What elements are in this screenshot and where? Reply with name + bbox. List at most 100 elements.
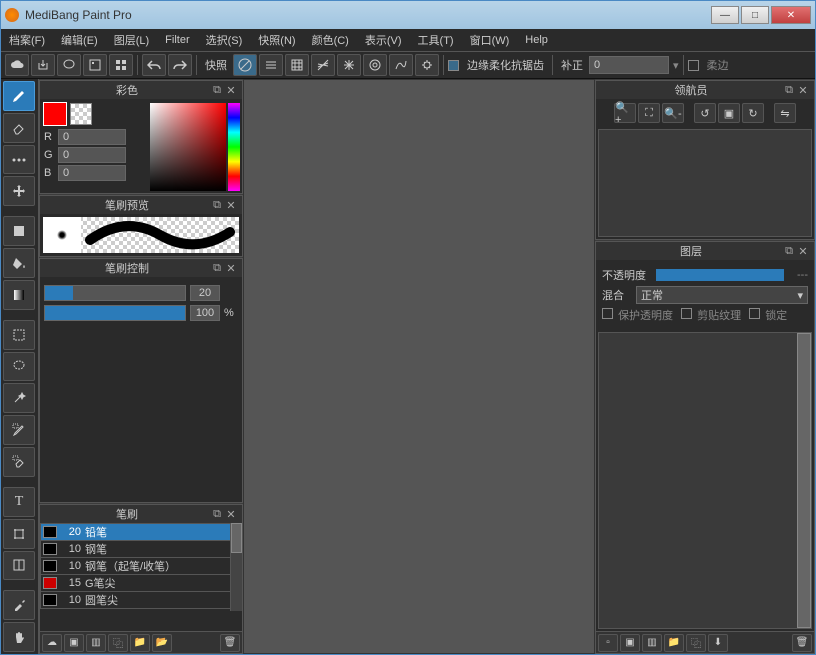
color-picker-area[interactable] bbox=[150, 103, 226, 191]
scrollbar[interactable] bbox=[230, 523, 242, 611]
clipping-checkbox[interactable] bbox=[681, 308, 692, 319]
menu-help[interactable]: Help bbox=[525, 34, 548, 46]
hue-slider[interactable] bbox=[228, 103, 240, 191]
menu-filter[interactable]: Filter bbox=[165, 34, 189, 46]
close-panel-icon[interactable]: ✕ bbox=[224, 507, 238, 521]
brush-item[interactable]: 15G笔尖 bbox=[40, 574, 242, 592]
zoom-fit-icon[interactable]: ⛶ bbox=[638, 103, 660, 123]
correct-input[interactable] bbox=[589, 56, 669, 74]
minimize-button[interactable]: — bbox=[711, 6, 739, 24]
popout-icon[interactable]: ⧉ bbox=[210, 83, 224, 97]
soft-checkbox[interactable] bbox=[688, 60, 699, 71]
menu-layer[interactable]: 图层(L) bbox=[114, 32, 149, 48]
dot-tool-icon[interactable] bbox=[3, 145, 35, 175]
new-layer2-icon[interactable]: ▣ bbox=[620, 634, 640, 652]
comment-icon[interactable] bbox=[57, 54, 81, 76]
snap-parallel-icon[interactable] bbox=[259, 54, 283, 76]
new-folder-icon[interactable]: 📁 bbox=[664, 634, 684, 652]
move-tool-icon[interactable] bbox=[3, 176, 35, 206]
canvas-area[interactable] bbox=[243, 79, 595, 654]
protect-alpha-checkbox[interactable] bbox=[602, 308, 613, 319]
divide-tool-icon[interactable] bbox=[3, 551, 35, 581]
rotate-reset-icon[interactable]: ▣ bbox=[718, 103, 740, 123]
foreground-color-swatch[interactable] bbox=[44, 103, 66, 125]
material-icon[interactable] bbox=[83, 54, 107, 76]
wand-tool-icon[interactable] bbox=[3, 383, 35, 413]
b-input[interactable] bbox=[58, 165, 126, 181]
export-icon[interactable] bbox=[31, 54, 55, 76]
fill-shape-tool-icon[interactable] bbox=[3, 216, 35, 246]
rotate-left-icon[interactable]: ↺ bbox=[694, 103, 716, 123]
folder-open-icon[interactable]: 📂 bbox=[152, 634, 172, 652]
close-panel-icon[interactable]: ✕ bbox=[224, 83, 238, 97]
lock-checkbox[interactable] bbox=[749, 308, 760, 319]
close-panel-icon[interactable]: ✕ bbox=[224, 261, 238, 275]
layer-opacity-slider[interactable] bbox=[656, 269, 784, 281]
close-button[interactable]: ✕ bbox=[771, 6, 811, 24]
menu-view[interactable]: 表示(V) bbox=[365, 32, 402, 48]
redo-icon[interactable] bbox=[168, 54, 192, 76]
merge-icon[interactable]: ⬇ bbox=[708, 634, 728, 652]
snap-circle-icon[interactable] bbox=[363, 54, 387, 76]
hand-tool-icon[interactable] bbox=[3, 622, 35, 652]
menu-select[interactable]: 选択(S) bbox=[206, 32, 243, 48]
add-brush2-icon[interactable]: ▥ bbox=[86, 634, 106, 652]
zoom-out-icon[interactable]: 🔍- bbox=[662, 103, 684, 123]
gradient-tool-icon[interactable] bbox=[3, 280, 35, 310]
brush-item[interactable]: 10钢笔 bbox=[40, 540, 242, 558]
snap-radial-icon[interactable] bbox=[337, 54, 361, 76]
navigator-preview[interactable] bbox=[598, 129, 812, 237]
popout-icon[interactable]: ⧉ bbox=[782, 244, 796, 258]
zoom-in-icon[interactable]: 🔍+ bbox=[614, 103, 636, 123]
menu-file[interactable]: 档案(F) bbox=[9, 32, 45, 48]
background-color-swatch[interactable] bbox=[70, 103, 92, 125]
select-eraser-tool-icon[interactable] bbox=[3, 447, 35, 477]
brush-item[interactable]: 10圆笔尖 bbox=[40, 591, 242, 609]
maximize-button[interactable]: □ bbox=[741, 6, 769, 24]
add-brush-icon[interactable]: ▣ bbox=[64, 634, 84, 652]
lasso-tool-icon[interactable] bbox=[3, 352, 35, 382]
g-input[interactable] bbox=[58, 147, 126, 163]
brush-opacity-value[interactable]: 100 bbox=[190, 305, 220, 321]
new-layer3-icon[interactable]: ▥ bbox=[642, 634, 662, 652]
brush-opacity-slider[interactable] bbox=[44, 305, 186, 321]
transform-tool-icon[interactable] bbox=[3, 519, 35, 549]
snap-settings-icon[interactable] bbox=[415, 54, 439, 76]
text-tool-icon[interactable]: T bbox=[3, 487, 35, 517]
popout-icon[interactable]: ⧉ bbox=[210, 198, 224, 212]
cloud-icon[interactable] bbox=[5, 54, 29, 76]
trash-icon[interactable]: 🗑 bbox=[220, 634, 240, 652]
select-pen-tool-icon[interactable] bbox=[3, 415, 35, 445]
delete-layer-icon[interactable]: 🗑 bbox=[792, 634, 812, 652]
popout-icon[interactable]: ⧉ bbox=[210, 261, 224, 275]
snap-off-icon[interactable] bbox=[233, 54, 257, 76]
menu-snap[interactable]: 快照(N) bbox=[258, 32, 295, 48]
popout-icon[interactable]: ⧉ bbox=[782, 83, 796, 97]
r-input[interactable] bbox=[58, 129, 126, 145]
brush-size-value[interactable]: 20 bbox=[190, 285, 220, 301]
rotate-right-icon[interactable]: ↻ bbox=[742, 103, 764, 123]
snap-grid-icon[interactable] bbox=[285, 54, 309, 76]
layer-list[interactable] bbox=[598, 332, 812, 629]
menu-tools[interactable]: 工具(T) bbox=[418, 32, 454, 48]
grid-icon[interactable] bbox=[109, 54, 133, 76]
duplicate-layer-icon[interactable]: ⿻ bbox=[686, 634, 706, 652]
select-rect-tool-icon[interactable] bbox=[3, 320, 35, 350]
new-layer-icon[interactable]: ▫ bbox=[598, 634, 618, 652]
close-panel-icon[interactable]: ✕ bbox=[796, 244, 810, 258]
snap-perspective-icon[interactable] bbox=[311, 54, 335, 76]
eyedropper-tool-icon[interactable] bbox=[3, 590, 35, 620]
scrollbar[interactable] bbox=[797, 333, 811, 628]
undo-icon[interactable] bbox=[142, 54, 166, 76]
close-panel-icon[interactable]: ✕ bbox=[796, 83, 810, 97]
duplicate-brush-icon[interactable]: ⿻ bbox=[108, 634, 128, 652]
cloud-download-icon[interactable]: ☁ bbox=[42, 634, 62, 652]
close-panel-icon[interactable]: ✕ bbox=[224, 198, 238, 212]
flip-icon[interactable]: ⇋ bbox=[774, 103, 796, 123]
snap-curve-icon[interactable] bbox=[389, 54, 413, 76]
eraser-tool-icon[interactable] bbox=[3, 113, 35, 143]
menu-edit[interactable]: 编辑(E) bbox=[61, 32, 98, 48]
brush-size-slider[interactable] bbox=[44, 285, 186, 301]
blend-mode-select[interactable]: 正常▾ bbox=[636, 286, 808, 304]
dropdown-icon[interactable]: ▾ bbox=[673, 59, 679, 72]
